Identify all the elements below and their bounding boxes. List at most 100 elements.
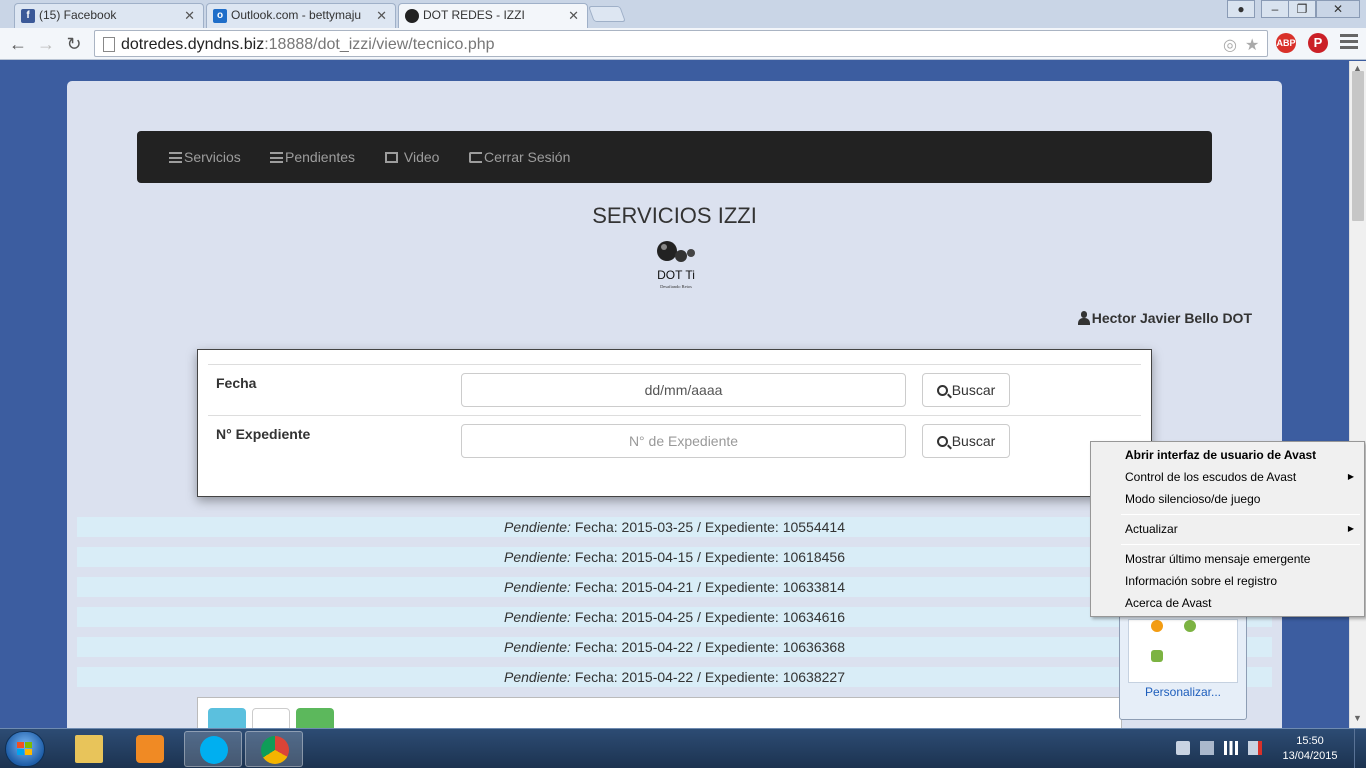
chrome-menu-icon[interactable] <box>1340 34 1358 52</box>
button-label: Buscar <box>951 433 996 449</box>
url-host: dotredes.dyndns.biz <box>121 36 265 53</box>
taskbar-chrome[interactable] <box>245 731 303 767</box>
buscar-expediente-button[interactable]: Buscar <box>922 424 1010 458</box>
bookmark-star-icon[interactable]: ★ <box>1245 35 1259 55</box>
menu-item-open-avast[interactable]: Abrir interfaz de usuario de Avast <box>1125 448 1316 462</box>
show-desktop-button[interactable] <box>1354 729 1366 768</box>
tab-title: Outlook.com - bettymaju <box>231 8 362 22</box>
upload-icon[interactable] <box>252 708 290 728</box>
pending-fecha: 2015-04-25 <box>621 609 694 625</box>
address-bar[interactable]: dotredes.dyndns.biz:18888/dot_izzi/view/… <box>94 30 1268 57</box>
list-icon <box>169 152 182 163</box>
image-icon[interactable] <box>208 708 246 728</box>
buscar-fecha-button[interactable]: Buscar <box>922 373 1010 407</box>
personalizar-link[interactable]: Personalizar... <box>1120 685 1246 699</box>
print-icon[interactable] <box>296 708 334 728</box>
start-button[interactable] <box>5 731 45 767</box>
scroll-thumb[interactable] <box>1352 71 1364 221</box>
logout-icon <box>469 152 482 163</box>
clock-time: 15:50 <box>1296 735 1324 747</box>
nav-servicios[interactable]: Servicios <box>169 149 241 165</box>
pending-fecha: 2015-04-22 <box>621 669 694 685</box>
taskbar-explorer[interactable] <box>60 731 118 767</box>
pinterest-icon[interactable]: P <box>1308 33 1328 53</box>
facebook-icon: f <box>21 9 35 23</box>
button-label: Buscar <box>951 382 996 398</box>
location-icon[interactable]: ◎ <box>1223 35 1237 55</box>
menu-item-last-message[interactable]: Mostrar último mensaje emergente <box>1125 552 1310 566</box>
reload-icon[interactable]: ↻ <box>62 32 86 56</box>
search-row-fecha: Fecha dd/mm/aaaa Buscar <box>208 364 1141 415</box>
back-icon[interactable]: ← <box>6 32 30 56</box>
forward-icon[interactable]: → <box>34 32 58 56</box>
adblock-plus-icon[interactable]: ABP <box>1276 33 1296 53</box>
system-clock[interactable]: 15:50 13/04/2015 <box>1275 734 1345 764</box>
menu-item-update[interactable]: Actualizar <box>1125 522 1178 536</box>
taskbar: 15:50 13/04/2015 <box>0 728 1366 768</box>
scroll-down-icon[interactable]: ▼ <box>1353 713 1362 723</box>
menu-item-shields[interactable]: Control de los escudos de Avast <box>1125 470 1296 484</box>
pending-expediente: 10618456 <box>782 549 845 565</box>
tab-dot-redes[interactable]: DOT REDES - IZZI ✕ <box>398 3 588 28</box>
page-icon <box>103 37 115 52</box>
avast-context-menu: Abrir interfaz de usuario de Avast Contr… <box>1090 441 1365 617</box>
clock-date: 13/04/2015 <box>1282 750 1338 762</box>
user-icon <box>1077 311 1090 325</box>
menu-item-registration[interactable]: Información sobre el registro <box>1125 574 1277 588</box>
dot-logo-icon <box>405 9 419 23</box>
user-icon[interactable]: ● <box>1227 0 1255 18</box>
logo-text: DOT Ti <box>657 268 695 282</box>
nav-video[interactable]: Video <box>385 149 439 165</box>
close-window-button[interactable]: ✕ <box>1316 0 1360 18</box>
volume-muted-icon[interactable] <box>1248 741 1262 755</box>
tray-app-icon[interactable] <box>1184 620 1196 632</box>
minimize-button[interactable]: – <box>1261 0 1289 18</box>
taskbar-skype[interactable] <box>184 731 242 767</box>
tray-app-icon[interactable] <box>1151 650 1163 662</box>
media-player-icon <box>136 735 164 763</box>
browser-toolbar: ← → ↻ dotredes.dyndns.biz:18888/dot_izzi… <box>0 28 1366 60</box>
pending-expediente: 10554414 <box>782 519 845 535</box>
network-signal-icon[interactable] <box>1224 741 1238 755</box>
pending-item[interactable]: Pendiente: Fecha: 2015-04-22 / Expedient… <box>77 667 1272 687</box>
expediente-label: N° Expediente <box>216 426 311 442</box>
nav-label: Cerrar Sesión <box>484 149 571 165</box>
pending-prefix: Pendiente: <box>504 609 571 625</box>
pending-expediente: 10638227 <box>782 669 845 685</box>
fecha-input[interactable]: dd/mm/aaaa <box>461 373 906 407</box>
menu-item-about[interactable]: Acerca de Avast <box>1125 596 1212 610</box>
maximize-button[interactable]: ❐ <box>1288 0 1316 18</box>
tab-facebook[interactable]: f (15) Facebook ✕ <box>14 3 204 28</box>
film-icon <box>385 152 398 163</box>
close-icon[interactable]: ✕ <box>184 8 195 24</box>
search-panel: Fecha dd/mm/aaaa Buscar N° Expediente N°… <box>197 349 1152 497</box>
device-icon[interactable] <box>1200 741 1214 755</box>
new-tab-button[interactable] <box>588 6 626 22</box>
search-row-expediente: N° Expediente N° de Expediente Buscar <box>208 415 1141 466</box>
menu-item-silent-mode[interactable]: Modo silencioso/de juego <box>1125 492 1260 506</box>
search-icon <box>936 385 948 396</box>
logo-tagline: Desafiando Retos <box>660 284 692 289</box>
pending-prefix: Pendiente: <box>504 579 571 595</box>
pending-fecha: 2015-04-22 <box>621 639 694 655</box>
pending-item[interactable]: Pendiente: Fecha: 2015-04-22 / Expedient… <box>77 637 1272 657</box>
menu-separator <box>1121 514 1360 515</box>
close-icon[interactable]: ✕ <box>568 8 579 24</box>
page-scrollbar[interactable]: ▲ ▼ <box>1349 61 1366 728</box>
tab-title: DOT REDES - IZZI <box>423 8 525 22</box>
pending-expediente: 10634616 <box>782 609 845 625</box>
submenu-arrow-icon: ▶ <box>1347 524 1354 533</box>
taskbar-media-player[interactable] <box>121 731 179 767</box>
list-icon <box>270 152 283 163</box>
nav-label: Servicios <box>184 149 241 165</box>
nav-pendientes[interactable]: Pendientes <box>270 149 355 165</box>
nav-cerrar-sesion[interactable]: Cerrar Sesión <box>469 149 570 165</box>
tab-outlook[interactable]: o Outlook.com - bettymaju ✕ <box>206 3 396 28</box>
show-hidden-icons-button[interactable] <box>1176 741 1190 755</box>
tray-app-icon[interactable] <box>1151 620 1163 632</box>
page-title: SERVICIOS IZZI <box>592 203 757 228</box>
current-user: Hector Javier Bello DOT <box>1077 310 1252 326</box>
pending-fecha: 2015-04-15 <box>621 549 694 565</box>
expediente-input[interactable]: N° de Expediente <box>461 424 906 458</box>
close-icon[interactable]: ✕ <box>376 8 387 24</box>
